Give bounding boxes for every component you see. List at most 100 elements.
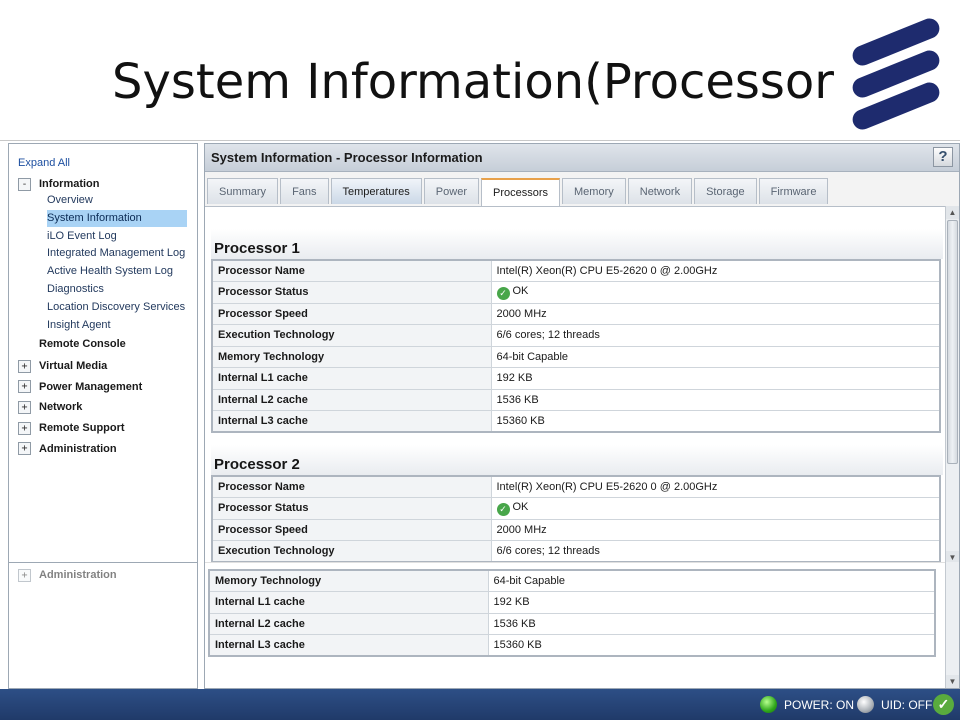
processor-content: Processor 1 Processor Name Intel(R) Xeon(R… bbox=[205, 206, 945, 564]
tab-fans[interactable]: Fans bbox=[280, 178, 329, 204]
tab-processors[interactable]: Processors bbox=[480, 178, 561, 206]
table-row: Execution Technology 6/6 cores; 12 thread… bbox=[211, 324, 941, 347]
scroll-up-icon[interactable]: ▲ bbox=[946, 206, 959, 219]
sidebar-item-label: Network bbox=[39, 401, 83, 414]
sidebar-item-integrated-management-log[interactable]: Integrated Management Log bbox=[47, 245, 185, 262]
sidebar-item-insight-agent[interactable]: Insight Agent bbox=[47, 317, 111, 334]
sidebar-item-remote-support[interactable]: + Remote Support bbox=[18, 420, 125, 436]
help-button[interactable]: ? bbox=[933, 147, 953, 167]
collapse-toggle[interactable]: - bbox=[18, 177, 31, 191]
status-text: OK bbox=[512, 284, 529, 297]
property-value: 1536 KB bbox=[487, 612, 936, 635]
sidebar-item-location-discovery-services[interactable]: Location Discovery Services bbox=[47, 299, 185, 316]
ilo-window: + Administration Expand All - Informatio… bbox=[0, 140, 960, 720]
sidebar-underlay: + Administration bbox=[8, 559, 198, 689]
tab-network[interactable]: Network bbox=[627, 178, 693, 204]
ericsson-logo bbox=[846, 8, 946, 133]
expand-toggle[interactable]: + bbox=[18, 359, 31, 373]
expand-toggle[interactable]: + bbox=[18, 421, 31, 435]
scroll-down-icon[interactable]: ▼ bbox=[946, 675, 959, 688]
table-row: Internal L2 cache 1536 KB bbox=[211, 388, 941, 411]
scroll-thumb[interactable] bbox=[947, 220, 958, 464]
health-check-icon[interactable]: ✓ bbox=[933, 694, 954, 715]
property-value: 64-bit Capable bbox=[490, 345, 941, 368]
table-row: Internal L3 cache 15360 KB bbox=[211, 410, 941, 433]
ok-check-icon: ✓ bbox=[496, 502, 510, 516]
status-text: OK bbox=[512, 500, 529, 513]
sidebar-item-label: Power Management bbox=[39, 380, 143, 393]
sidebar-item-overview[interactable]: Overview bbox=[47, 192, 93, 209]
property-value: ✓ OK bbox=[490, 497, 941, 520]
property-name: Internal L1 cache bbox=[211, 367, 492, 390]
sidebar-item-power-management[interactable]: + Power Management bbox=[18, 379, 142, 395]
panel-title: System Information - Processor Informati… bbox=[211, 150, 483, 165]
uid-status[interactable]: UID: OFF bbox=[857, 696, 932, 713]
table-row: Memory Technology 64-bit Capable bbox=[208, 569, 936, 592]
table-row: Processor Name Intel(R) Xeon(R) CPU E5-26… bbox=[211, 475, 941, 498]
scrollbar-underlay[interactable]: ▼ bbox=[945, 562, 959, 688]
property-value: ✓ OK bbox=[490, 281, 941, 304]
property-name: Processor Speed bbox=[211, 518, 492, 541]
table-row: Processor Status ✓ OK bbox=[211, 281, 941, 304]
expand-toggle[interactable]: + bbox=[18, 380, 31, 394]
property-value: Intel(R) Xeon(R) CPU E5-2620 0 @ 2.00GHz bbox=[490, 475, 941, 498]
sidebar-item-ilo-event-log[interactable]: iLO Event Log bbox=[47, 228, 117, 245]
sidebar-item-administration-underlay[interactable]: + Administration bbox=[18, 567, 117, 583]
property-name: Execution Technology bbox=[211, 540, 492, 563]
table-row: Processor Name Intel(R) Xeon(R) CPU E5-26… bbox=[211, 259, 941, 282]
sidebar-item-virtual-media[interactable]: + Virtual Media bbox=[18, 358, 107, 374]
tab-summary[interactable]: Summary bbox=[207, 178, 279, 204]
tab-firmware[interactable]: Firmware bbox=[758, 178, 829, 204]
status-bar: POWER: ON UID: OFF ✓ bbox=[0, 689, 960, 720]
navigation-sidebar: Expand All - Information Overview System … bbox=[8, 143, 198, 563]
tab-bar: Summary Fans Temperatures Power Processors Me… bbox=[207, 178, 830, 206]
tab-temperatures[interactable]: Temperatures bbox=[330, 178, 422, 204]
property-value: 6/6 cores; 12 threads bbox=[490, 324, 941, 347]
power-status[interactable]: POWER: ON bbox=[760, 696, 854, 713]
table-row: Internal L3 cache 15360 KB bbox=[208, 634, 936, 657]
property-name: Internal L3 cache bbox=[208, 634, 489, 657]
sidebar-item-system-information[interactable]: System Information bbox=[47, 209, 187, 227]
sidebar-item-administration[interactable]: + Administration bbox=[18, 441, 117, 457]
table-row: Processor Speed 2000 MHz bbox=[211, 518, 941, 541]
content-underlay: Memory Technology 64-bit Capable Internal … bbox=[205, 562, 945, 688]
processor-heading: Processor 1 bbox=[211, 229, 943, 259]
tab-memory[interactable]: Memory bbox=[562, 178, 626, 204]
property-name: Memory Technology bbox=[208, 569, 489, 592]
property-name: Processor Name bbox=[211, 475, 492, 498]
sidebar-item-label: Virtual Media bbox=[39, 360, 108, 372]
property-value: 6/6 cores; 12 threads bbox=[490, 540, 941, 563]
processor-table: Processor Name Intel(R) Xeon(R) CPU E5-26… bbox=[211, 475, 941, 563]
table-row: Memory Technology 64-bit Capable bbox=[211, 345, 941, 368]
tab-power[interactable]: Power bbox=[423, 178, 479, 204]
expand-toggle[interactable]: + bbox=[18, 400, 31, 414]
processor-section: Processor 2 Processor Name Intel(R) Xeon(R… bbox=[211, 445, 943, 563]
property-value: 1536 KB bbox=[490, 388, 941, 411]
property-value: 15360 KB bbox=[487, 634, 936, 657]
sidebar-item-active-health-system-log[interactable]: Active Health System Log bbox=[47, 263, 173, 280]
expand-all-link[interactable]: Expand All bbox=[18, 157, 70, 169]
vertical-scrollbar[interactable]: ▲ ▼ bbox=[945, 206, 959, 564]
sidebar-item-remote-console[interactable]: Remote Console bbox=[39, 338, 126, 350]
expand-toggle[interactable]: + bbox=[18, 568, 31, 582]
table-row: Internal L2 cache 1536 KB bbox=[208, 612, 936, 635]
processor-section: Processor 1 Processor Name Intel(R) Xeon(R… bbox=[211, 229, 943, 433]
property-value: 192 KB bbox=[490, 367, 941, 390]
processor-table-underlay: Memory Technology 64-bit Capable Internal … bbox=[208, 569, 936, 657]
sidebar-item-network[interactable]: + Network bbox=[18, 399, 82, 415]
ok-check-icon: ✓ bbox=[496, 286, 510, 300]
expand-toggle[interactable]: + bbox=[18, 442, 31, 456]
sidebar-item-information[interactable]: - Information bbox=[18, 176, 100, 192]
property-name: Internal L3 cache bbox=[211, 410, 492, 433]
tab-storage[interactable]: Storage bbox=[694, 178, 757, 204]
property-name: Processor Speed bbox=[211, 302, 492, 325]
processor-table: Processor Name Intel(R) Xeon(R) CPU E5-26… bbox=[211, 259, 941, 433]
sidebar-item-diagnostics[interactable]: Diagnostics bbox=[47, 281, 104, 298]
sidebar-item-label: Administration bbox=[39, 442, 117, 455]
property-name: Processor Name bbox=[211, 259, 492, 282]
power-label: POWER: ON bbox=[784, 697, 855, 712]
property-name: Internal L2 cache bbox=[208, 612, 489, 635]
table-row: Internal L1 cache 192 KB bbox=[211, 367, 941, 390]
sidebar-item-label: Administration bbox=[39, 569, 117, 581]
property-value: 2000 MHz bbox=[490, 518, 941, 541]
